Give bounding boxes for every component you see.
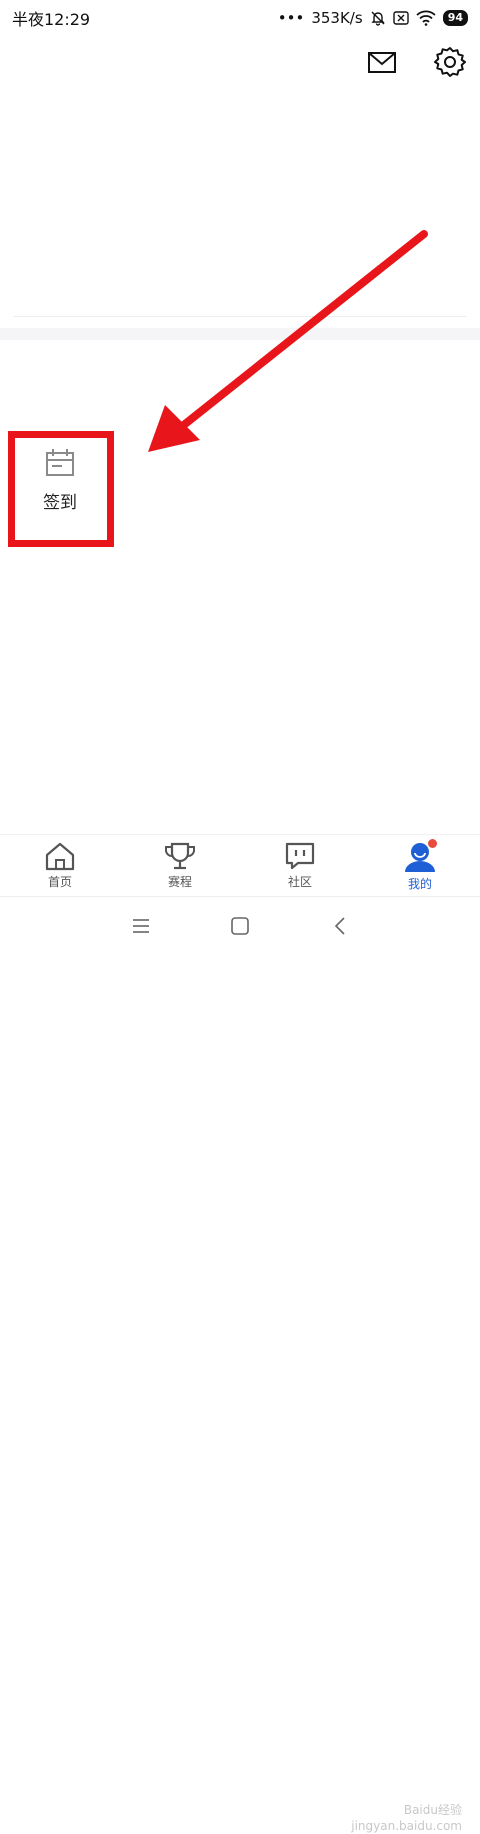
system-nav-bar: Baidu经验 jingyan.baidu.com (0, 896, 480, 1833)
status-time: 半夜12:29 (12, 10, 91, 29)
community-chat-icon (285, 842, 315, 870)
section-separator (0, 328, 480, 340)
tab-home-label: 首页 (47, 875, 72, 889)
mute-icon (370, 11, 385, 26)
status-bar: 半夜12:29 ••• 353K/s 94 (0, 0, 480, 36)
menu-icon[interactable] (131, 917, 151, 935)
settings-gear-icon[interactable] (432, 44, 468, 80)
watermark: Baidu经验 jingyan.baidu.com (351, 1803, 462, 1834)
tab-profile-label: 我的 (407, 877, 432, 891)
wifi-icon (416, 10, 436, 26)
profile-card (0, 92, 480, 328)
tab-schedule[interactable]: 赛程 (120, 835, 240, 895)
tab-home[interactable]: 首页 (0, 835, 120, 895)
tab-community[interactable]: 社区 (240, 835, 360, 895)
top-bar (0, 36, 480, 92)
tab-community-label: 社区 (287, 875, 312, 889)
battery-level: 94 (442, 10, 468, 26)
tab-schedule-label: 赛程 (167, 875, 192, 889)
signin-label: 签到 (43, 493, 77, 513)
home-icon (45, 842, 75, 871)
watermark-line1: Baidu经验 (403, 1803, 462, 1817)
mail-icon[interactable] (364, 44, 400, 80)
notification-badge (428, 839, 437, 848)
network-speed: 353K/s (311, 9, 363, 27)
tab-profile[interactable]: 我的 (360, 835, 480, 895)
card-divider (14, 316, 466, 317)
status-indicators: ••• 353K/s 94 (278, 9, 468, 27)
back-chevron-icon[interactable] (332, 917, 348, 935)
status-dots: ••• (277, 9, 305, 27)
sim-disabled-icon (392, 11, 409, 25)
bottom-tab-bar: 首页 赛程 社区 我的 (0, 834, 480, 895)
signin-button[interactable]: 签到 (20, 448, 100, 538)
watermark-line2: jingyan.baidu.com (351, 1818, 462, 1833)
home-square-icon[interactable] (230, 917, 250, 935)
calendar-icon (46, 449, 74, 476)
trophy-icon (165, 842, 195, 870)
